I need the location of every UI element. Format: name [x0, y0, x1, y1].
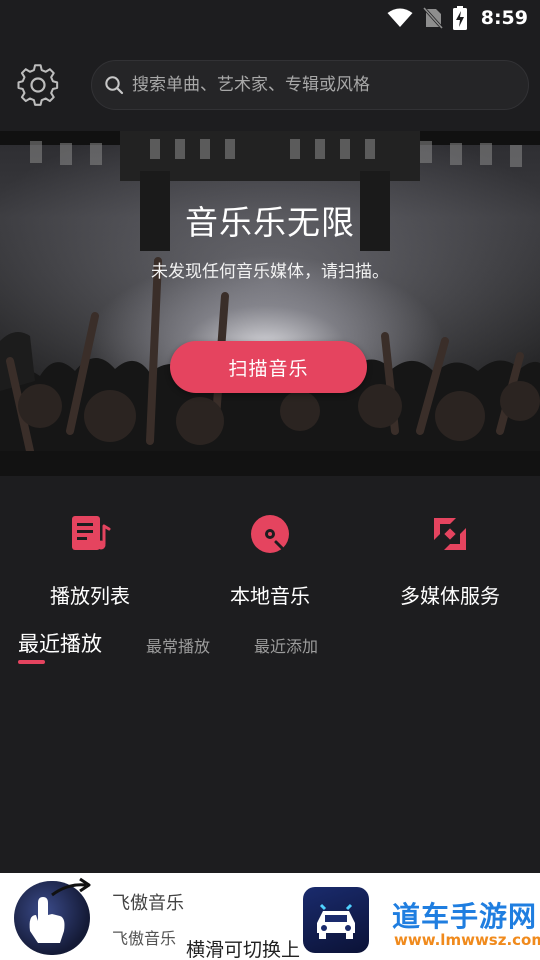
- header: [0, 36, 540, 131]
- search-box[interactable]: [91, 60, 529, 110]
- quick-item-media-service[interactable]: 多媒体服务: [360, 512, 540, 609]
- battery-charging-icon: [452, 6, 467, 30]
- search-icon: [105, 76, 124, 95]
- scan-music-button[interactable]: 扫描音乐: [170, 341, 367, 393]
- hero-banner: 音乐乐无限 未发现任何音乐媒体，请扫描。 扫描音乐: [0, 131, 540, 476]
- disc-icon: [251, 515, 289, 553]
- app-root: 8:59 搜索单曲、艺术家、专辑或风格 音乐乐无限 未发现任何音乐媒体，请扫描。…: [0, 0, 540, 960]
- quick-label-local-music: 本地音乐: [230, 584, 310, 608]
- quick-actions: 播放列表 本地音乐 多媒体服务: [0, 476, 540, 616]
- concert-crowd-image: [0, 131, 540, 476]
- car-icon: [317, 903, 355, 939]
- quick-item-local-music[interactable]: 本地音乐: [180, 512, 360, 609]
- tab-recent-played[interactable]: 最近播放: [18, 628, 102, 658]
- now-playing-title: 飞傲音乐: [112, 893, 184, 914]
- no-sim-icon: [422, 7, 443, 29]
- quick-label-playlist: 播放列表: [50, 584, 130, 608]
- media-service-icon: [434, 518, 466, 550]
- wifi-icon: [387, 8, 413, 27]
- hero-subtitle: 未发现任何音乐媒体，请扫描。: [151, 262, 389, 282]
- now-playing-bar[interactable]: 飞傲音乐 飞傲音乐 横滑可切换上 道车手游网 www.lmwwsz.com: [0, 873, 540, 960]
- playlist-icon: [72, 516, 111, 550]
- tab-recently-added[interactable]: 最近添加: [254, 633, 318, 657]
- tab-bar: 最近播放 最常播放 最近添加: [0, 616, 540, 676]
- app-logo: [303, 887, 369, 953]
- quick-label-media-service: 多媒体服务: [400, 584, 500, 608]
- tab-most-played[interactable]: 最常播放: [146, 633, 210, 657]
- gear-icon: [17, 64, 59, 106]
- status-time: 8:59: [480, 7, 528, 29]
- now-playing-artist: 飞傲音乐: [112, 929, 177, 948]
- watermark-url: www.lmwwsz.com: [394, 931, 540, 949]
- watermark-text: 道车手游网: [392, 900, 538, 933]
- status-icons: 8:59: [387, 6, 528, 30]
- hero-title: 音乐乐无限: [185, 203, 355, 242]
- quick-item-playlist[interactable]: 播放列表: [0, 512, 180, 609]
- search-input[interactable]: [132, 75, 512, 95]
- status-bar: 8:59: [0, 0, 540, 36]
- swipe-arrow-icon: [51, 877, 91, 897]
- swipe-hint: 横滑可切换上: [186, 939, 301, 960]
- tab-indicator: [18, 660, 45, 664]
- settings-button[interactable]: [17, 64, 59, 106]
